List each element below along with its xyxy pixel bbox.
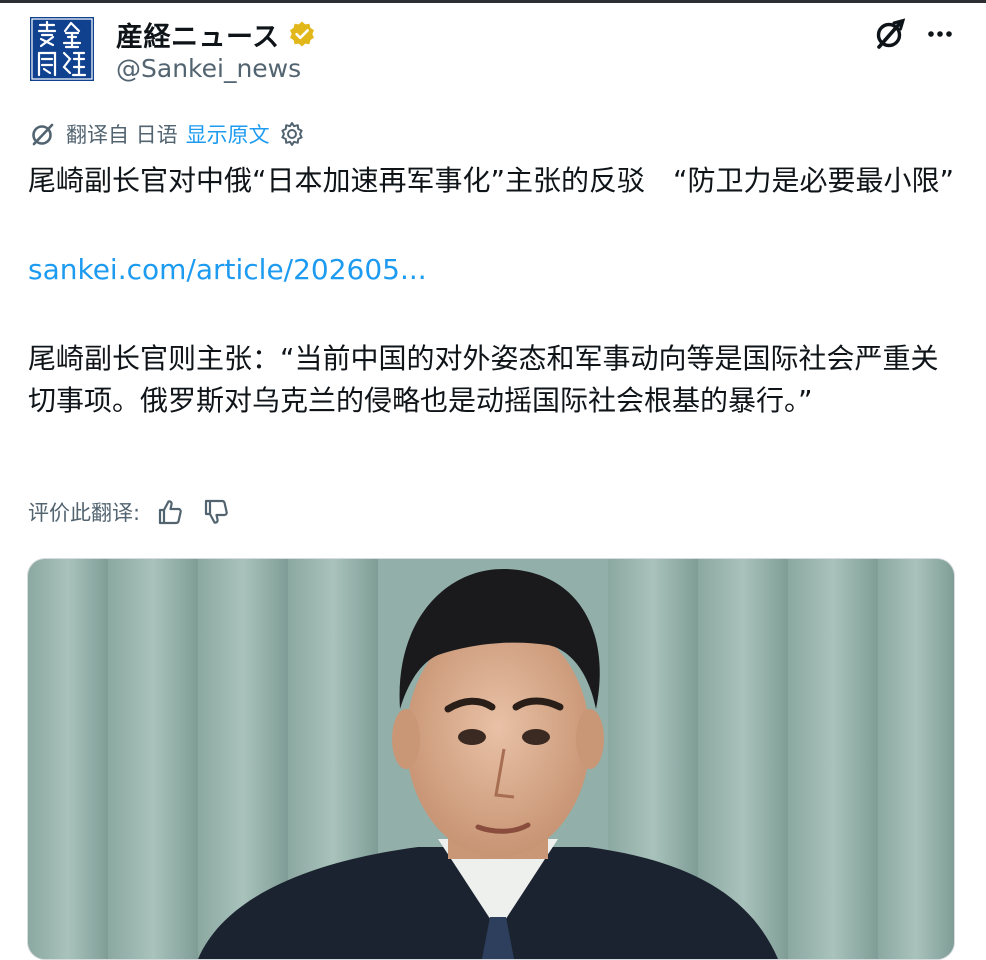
account-name-row: 産経ニュース <box>116 15 316 54</box>
verified-badge-icon[interactable] <box>288 20 316 48</box>
rate-translation-row: 评价此翻译: <box>28 494 232 530</box>
more-icon[interactable] <box>922 14 962 54</box>
thumbs-down-icon[interactable] <box>200 496 232 528</box>
photo-illustration <box>28 559 954 959</box>
avatar[interactable] <box>30 17 94 81</box>
gear-icon[interactable] <box>278 120 306 148</box>
account-handle[interactable]: @Sankei_news <box>116 54 301 83</box>
post-body: 尾崎副长官则主张：“当前中国的对外姿态和军事动向等是国际社会严重关切事项。俄罗斯… <box>28 342 939 417</box>
show-original-link[interactable]: 显示原文 <box>186 119 270 149</box>
rate-label: 评价此翻译: <box>28 501 141 525</box>
translation-label: 翻译自 日语 <box>66 123 178 147</box>
post-title: 尾崎副长官对中俄“日本加速再军事化”主张的反驳 “防卫力是必要最小限” <box>28 164 955 197</box>
sankei-logo <box>30 17 94 81</box>
post-image[interactable] <box>27 558 955 960</box>
top-divider <box>0 0 986 3</box>
account-name[interactable]: 産経ニュース <box>116 15 280 54</box>
article-link[interactable]: sankei.com/article/202605... <box>28 250 427 290</box>
thumbs-up-icon[interactable] <box>154 496 186 528</box>
translation-bar: 翻译自 日语 显示原文 <box>28 118 306 150</box>
translate-icon <box>28 119 58 149</box>
grok-icon[interactable] <box>870 14 910 54</box>
